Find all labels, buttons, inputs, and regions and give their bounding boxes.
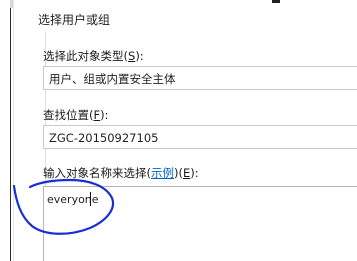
object-names-label-suffix: ): [190,166,199,180]
location-label-suffix: ): [100,108,109,122]
object-type-label: 选择此对象类型(S): [43,48,144,64]
examples-link[interactable]: 示例 [151,166,174,180]
screenshot: 选择用户或组 选择此对象类型(S): 用户、组或内置安全主体 查找位置(F): … [0,0,357,261]
location-label: 查找位置(F): [43,107,109,123]
text-caret [90,192,91,206]
location-field: ZGC-20150927105 [43,125,357,149]
background-window-edge [0,0,11,261]
object-names-label-prefix: 输入对象名称来选择( [43,166,151,180]
object-type-label-suffix: ): [135,49,144,63]
object-type-field: 用户、组或内置安全主体 [43,66,357,90]
screen-artifact [272,0,280,3]
object-type-label-prefix: 选择此对象类型( [43,49,128,63]
object-names-label-mid: )( [174,166,183,180]
dialog-title: 选择用户或组 [38,13,111,27]
object-names-label: 输入对象名称来选择(示例)(E): [43,165,199,181]
object-names-input[interactable]: everyone [43,186,357,261]
location-label-prefix: 查找位置( [43,108,94,122]
